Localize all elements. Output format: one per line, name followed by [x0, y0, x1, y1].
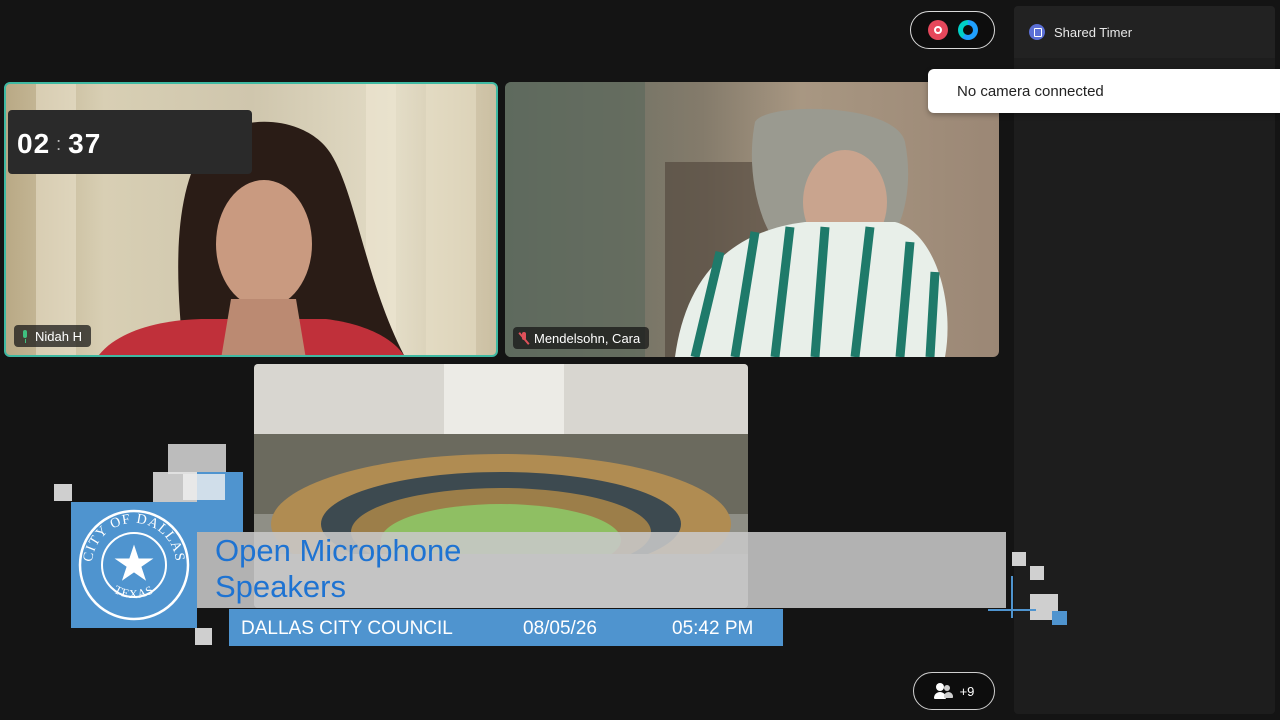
- lower-third-title-line1: Open Microphone: [215, 533, 462, 568]
- svg-text:TEXAS: TEXAS: [112, 582, 156, 601]
- decorative-square: [1012, 552, 1026, 566]
- timer-app-icon: [1029, 24, 1045, 40]
- participants-button[interactable]: +9: [913, 672, 995, 710]
- participants-count: +9: [959, 683, 975, 699]
- microphone-icon: [21, 329, 29, 343]
- video-tile-mendelsohn-cara[interactable]: Mendelsohn, Cara: [505, 82, 999, 357]
- decorative-line: [1011, 576, 1013, 618]
- decorative-square: [195, 628, 212, 645]
- decorative-square: [168, 444, 226, 474]
- no-camera-toast: No camera connected: [928, 69, 1280, 113]
- lower-third-title-line2: Speakers: [215, 569, 346, 604]
- panel-title: Shared Timer: [1054, 24, 1133, 40]
- participant-video: [505, 82, 948, 357]
- decorative-square: [1030, 566, 1044, 580]
- meeting-controls-pill[interactable]: [910, 11, 995, 49]
- lower-third-info-bar: DALLAS CITY COUNCIL 08/05/26 05:42 PM: [229, 609, 783, 646]
- city-of-dallas-seal-icon: CITY OF DALLAS TEXAS: [78, 509, 190, 621]
- participant-name: Nidah H: [35, 328, 82, 344]
- record-icon[interactable]: [927, 20, 948, 40]
- meeting-window: Nidah H Mendelsohn, Cara Shared Timer 02…: [0, 0, 1280, 720]
- panel-header[interactable]: Shared Timer: [1014, 6, 1275, 58]
- decorative-square: [183, 474, 225, 500]
- time-label: 05:42 PM: [672, 618, 754, 639]
- participant-name-tag: Mendelsohn, Cara: [513, 327, 650, 349]
- decorative-line: [988, 609, 1036, 611]
- city-seal: CITY OF DALLAS TEXAS: [71, 502, 197, 628]
- timer-display: 02 : 37: [17, 128, 101, 160]
- organization-label: DALLAS CITY COUNCIL: [241, 618, 453, 639]
- toast-message: No camera connected: [957, 82, 1104, 100]
- microphone-muted-icon: [518, 331, 530, 345]
- date-label: 08/05/26: [523, 618, 597, 639]
- timer-seconds: 37: [68, 128, 102, 159]
- ai-assistant-icon[interactable]: [957, 20, 978, 40]
- people-icon: [933, 683, 954, 699]
- participant-name-tag: Nidah H: [14, 325, 91, 347]
- decorative-square: [54, 484, 72, 501]
- decorative-square: [1052, 611, 1067, 625]
- participant-name: Mendelsohn, Cara: [534, 330, 641, 346]
- timer-separator: :: [56, 133, 63, 154]
- timer-minutes: 02: [17, 128, 51, 159]
- seal-text-bottom: TEXAS: [112, 582, 155, 601]
